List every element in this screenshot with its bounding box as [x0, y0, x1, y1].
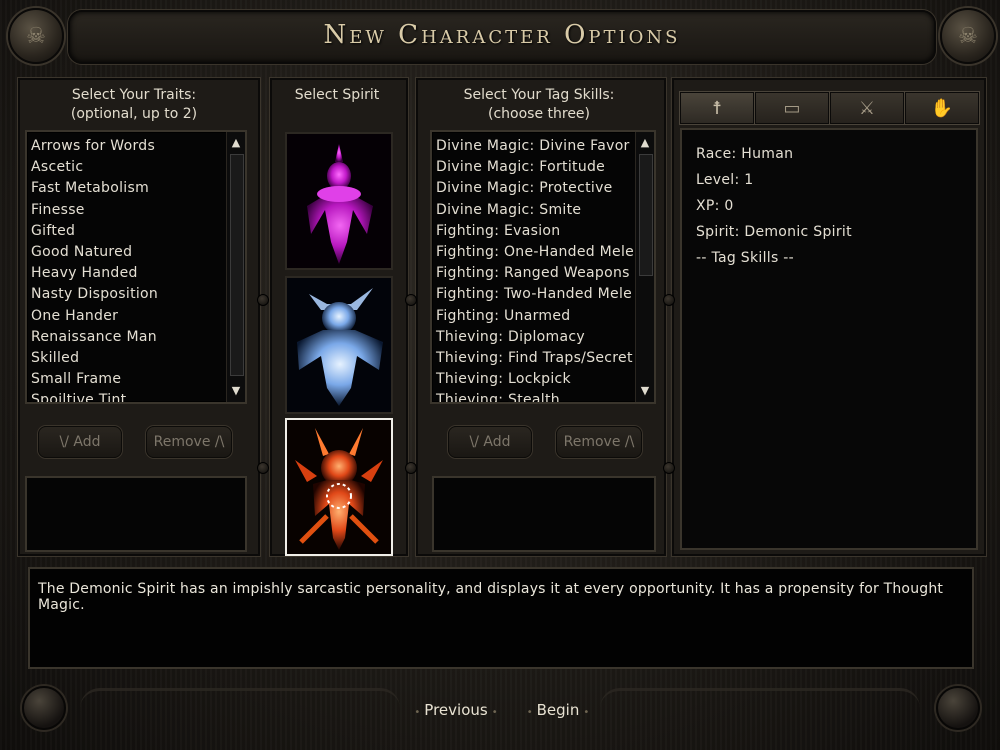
list-item[interactable]: Divine Magic: Divine Favor	[436, 136, 654, 157]
spirit-value: Spirit: Demonic Spirit	[696, 224, 852, 240]
knob-ornament	[936, 686, 980, 730]
tag-skills-heading: Select Your Tag Skills: (choose three)	[463, 87, 615, 122]
level-value: Level: 1	[696, 172, 754, 188]
sword-icon: ⚔	[858, 97, 876, 119]
description-text: The Demonic Spirit has an impishly sarca…	[38, 581, 944, 613]
rivet-ornament	[405, 462, 417, 474]
traits-scroll-thumb[interactable]	[230, 154, 244, 376]
list-item[interactable]: Thieving: Lockpick	[436, 369, 654, 390]
scroll-up-icon[interactable]: ▲	[227, 134, 245, 152]
list-item[interactable]: Renaissance Man	[31, 327, 245, 348]
skull-ornament-icon: ☠	[940, 8, 996, 64]
description-box: The Demonic Spirit has an impishly sarca…	[28, 567, 974, 669]
tag-skills-scrollbar[interactable]: ▲ ▼	[635, 132, 654, 402]
begin-label: Begin	[536, 701, 580, 719]
tag-skills-list[interactable]: Divine Magic: Divine Favor Divine Magic: …	[430, 130, 656, 404]
list-item[interactable]: Fighting: Evasion	[436, 221, 654, 242]
list-item[interactable]: Fighting: One-Handed Mele	[436, 242, 654, 263]
list-item[interactable]: Divine Magic: Protective	[436, 178, 654, 199]
rivet-ornament	[405, 294, 417, 306]
xp-value: XP: 0	[696, 198, 734, 214]
tag-skills-scroll-thumb[interactable]	[639, 154, 653, 276]
list-item[interactable]: Divine Magic: Smite	[436, 200, 654, 221]
tab-character[interactable]: ☨	[680, 92, 754, 124]
list-item[interactable]: Nasty Disposition	[31, 284, 245, 305]
traits-scrollbar[interactable]: ▲ ▼	[226, 132, 245, 402]
spirit-portrait-demonic[interactable]	[285, 418, 393, 556]
list-item[interactable]: Finesse	[31, 200, 245, 221]
character-stats: Race: Human Level: 1 XP: 0 Spirit: Demon…	[680, 128, 978, 550]
begin-button[interactable]: Begin	[518, 694, 598, 726]
rivet-ornament	[663, 294, 675, 306]
spirit-portrait-magenta[interactable]	[285, 132, 393, 270]
traits-add-button[interactable]: \/ Add	[38, 426, 122, 458]
selected-traits-box	[25, 476, 247, 552]
list-item[interactable]: Fighting: Unarmed	[436, 306, 654, 327]
list-item[interactable]: Fast Metabolism	[31, 178, 245, 199]
list-item[interactable]: Fighting: Two-Handed Mele	[436, 284, 654, 305]
scroll-icon: ▭	[783, 97, 801, 119]
list-item[interactable]: Heavy Handed	[31, 263, 245, 284]
demonic-spirit-image	[287, 420, 391, 554]
scroll-down-icon[interactable]: ▼	[636, 382, 654, 400]
traits-heading: Select Your Traits: (optional, up to 2)	[70, 87, 198, 122]
list-item[interactable]: Fighting: Ranged Weapons	[436, 263, 654, 284]
scroll-down-icon[interactable]: ▼	[227, 382, 245, 400]
scroll-up-icon[interactable]: ▲	[636, 134, 654, 152]
vine-ornament	[600, 688, 920, 731]
list-item[interactable]: Spoiltive Tint	[31, 390, 245, 402]
list-item[interactable]: Ascetic	[31, 157, 245, 178]
spirit-heading: Select Spirit	[294, 87, 380, 103]
list-item[interactable]: Small Frame	[31, 369, 245, 390]
traits-remove-button[interactable]: Remove /\	[146, 426, 232, 458]
title-bar: New Character Options	[68, 10, 936, 64]
tab-skills[interactable]: ✋	[905, 92, 979, 124]
list-item[interactable]: Good Natured	[31, 242, 245, 263]
list-item[interactable]: Thieving: Stealth	[436, 390, 654, 402]
list-item[interactable]: One Hander	[31, 306, 245, 327]
list-item[interactable]: Divine Magic: Fortitude	[436, 157, 654, 178]
list-item[interactable]: Thieving: Find Traps/Secret I	[436, 348, 654, 369]
list-item[interactable]: Gifted	[31, 221, 245, 242]
list-item[interactable]: Thieving: Diplomacy	[436, 327, 654, 348]
selected-tag-skills-box	[432, 476, 656, 552]
skull-ornament-icon: ☠	[8, 8, 64, 64]
figure-icon: ☨	[712, 97, 722, 119]
list-item[interactable]: Arrows for Words	[31, 136, 245, 157]
hand-icon: ✋	[930, 97, 954, 119]
page-title: New Character Options	[323, 20, 681, 50]
list-item[interactable]: Skilled	[31, 348, 245, 369]
traits-list[interactable]: Arrows for Words Ascetic Fast Metabolism Fi…	[25, 130, 247, 404]
previous-label: Previous	[424, 701, 488, 719]
tab-inventory[interactable]: ▭	[755, 92, 829, 124]
rivet-ornament	[257, 462, 269, 474]
tab-weapons[interactable]: ⚔	[830, 92, 904, 124]
previous-button[interactable]: Previous	[408, 694, 504, 726]
tag-skills-remove-button[interactable]: Remove /\	[556, 426, 642, 458]
tag-skills-add-button[interactable]: \/ Add	[448, 426, 532, 458]
rivet-ornament	[663, 462, 675, 474]
rivet-ornament	[257, 294, 269, 306]
blue-spirit-image	[287, 278, 391, 412]
race-value: Race: Human	[696, 146, 794, 162]
spirit-portrait-blue[interactable]	[285, 276, 393, 414]
knob-ornament	[22, 686, 66, 730]
magenta-spirit-image	[287, 134, 391, 268]
tag-skills-header: -- Tag Skills --	[696, 250, 795, 266]
vine-ornament	[80, 688, 400, 731]
